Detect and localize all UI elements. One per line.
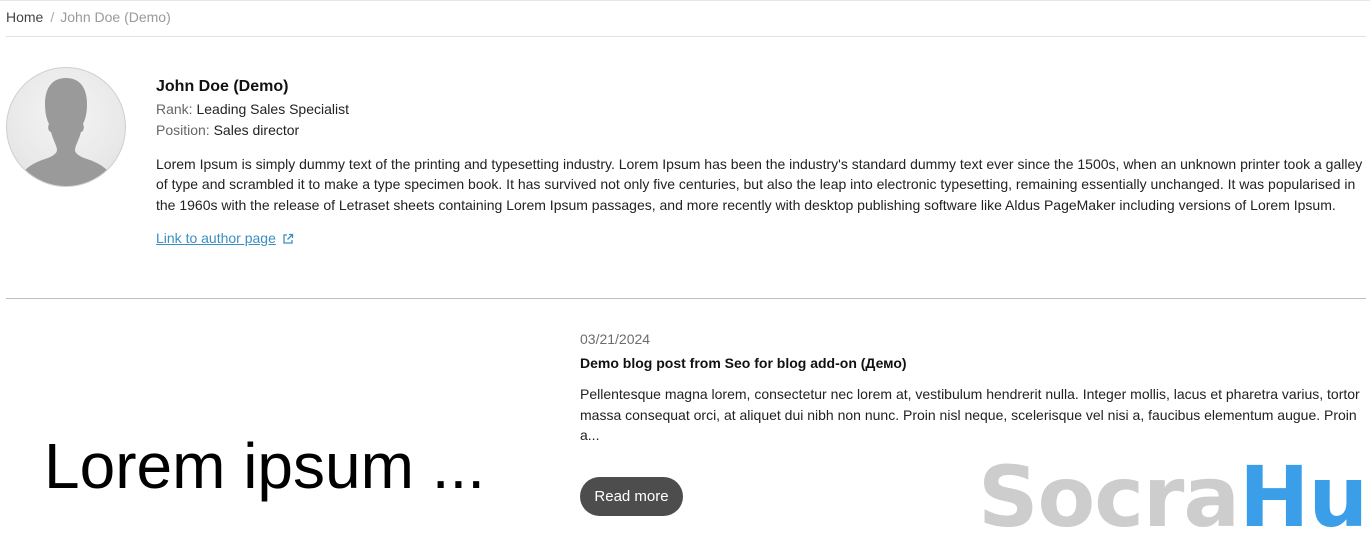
author-rank: Rank: Leading Sales Specialist [156,99,1366,120]
breadcrumb-current: John Doe (Demo) [60,9,171,25]
rank-label: Rank: [156,101,193,117]
author-position: Position: Sales director [156,120,1366,141]
avatar [6,67,126,187]
post-thumbnail-text[interactable]: Lorem ipsum ... [44,428,485,504]
author-info: John Doe (Demo) Rank: Leading Sales Spec… [156,77,1366,249]
read-more-button[interactable]: Read more [580,477,683,516]
divider [6,36,1366,37]
position-label: Position: [156,122,210,138]
author-name: John Doe (Demo) [156,78,289,95]
author-page-link[interactable]: Link to author page [156,229,294,249]
post-excerpt: Pellentesque magna lorem, consectetur ne… [580,386,1360,443]
position-value: Sales director [213,122,300,138]
author-bio: Lorem Ipsum is simply dummy text of the … [156,156,1363,213]
section-divider [6,298,1366,299]
post-date: 03/21/2024 [580,331,651,347]
watermark-part2: Hub [1239,448,1370,546]
external-link-icon [282,231,294,249]
post-title[interactable]: Demo blog post from Seo for blog add-on … [580,354,1366,372]
author-page-link-label: Link to author page [156,229,276,246]
top-border [0,0,1370,1]
user-silhouette-icon [21,78,111,186]
breadcrumb-separator: / [50,9,55,25]
breadcrumb: Home / John Doe (Demo) [6,8,171,26]
blog-post: 03/21/2024 Demo blog post from Seo for b… [580,330,1366,446]
breadcrumb-home-link[interactable]: Home [6,9,43,25]
rank-value: Leading Sales Specialist [196,101,350,117]
socrahub-watermark: SocraHub [978,455,1370,539]
watermark-part1: Socra [978,448,1240,546]
